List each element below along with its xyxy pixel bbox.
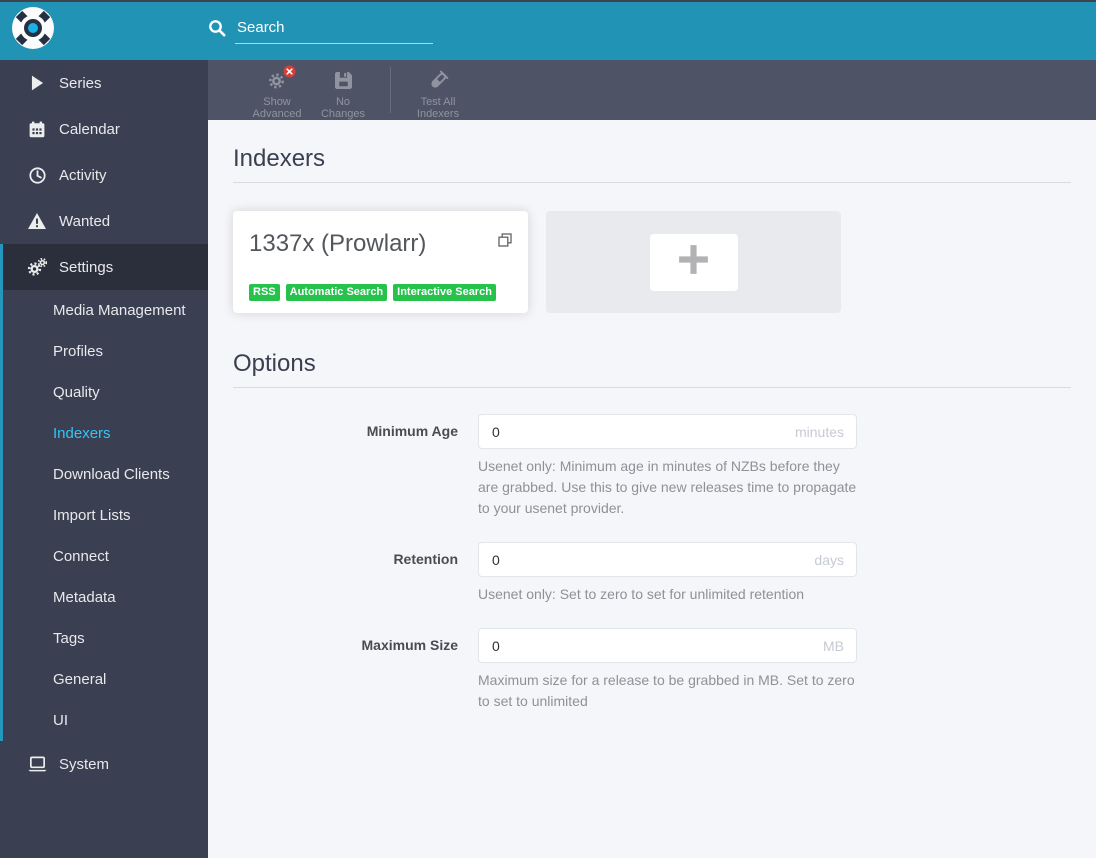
floppy-save-icon xyxy=(334,69,352,91)
settings-subnav: Media Management Profiles Quality Indexe… xyxy=(0,290,208,741)
sub-item-label: UI xyxy=(53,712,68,729)
sub-item-label: General xyxy=(53,671,107,688)
sub-item-label: Quality xyxy=(53,384,100,401)
sidebar-item-tags[interactable]: Tags xyxy=(3,618,208,659)
toolbar-button-label: No Changes xyxy=(320,96,366,120)
page-toolbar: Show Advanced No Changes Test All Indexe… xyxy=(208,60,1096,120)
sub-item-label: Media Management xyxy=(53,302,186,319)
sidebar-item-wanted[interactable]: Wanted xyxy=(0,198,208,244)
sidebar-item-indexers[interactable]: Indexers xyxy=(3,413,208,454)
sub-item-label: Download Clients xyxy=(53,466,170,483)
indexers-section-title: Indexers xyxy=(233,145,1071,183)
sidebar-item-quality[interactable]: Quality xyxy=(3,372,208,413)
search-icon xyxy=(208,19,235,42)
toolbar-separator xyxy=(390,67,391,113)
retention-label: Retention xyxy=(393,551,458,567)
retention-help-text: Usenet only: Set to zero to set for unli… xyxy=(478,586,805,602)
add-indexer-card[interactable] xyxy=(546,211,841,313)
maximum-size-help-text: Maximum size for a release to be grabbed… xyxy=(478,672,855,709)
minimum-age-label: Minimum Age xyxy=(366,423,458,439)
warning-triangle-icon xyxy=(27,213,47,229)
search-input[interactable] xyxy=(235,16,433,44)
sub-item-label: Tags xyxy=(53,630,85,647)
sidebar-nav: Series Calendar Activity Wanted Settings… xyxy=(0,60,208,858)
red-x-badge-icon xyxy=(283,65,295,78)
test-all-indexers-button[interactable]: Test All Indexers xyxy=(405,60,471,120)
sidebar-item-profiles[interactable]: Profiles xyxy=(3,331,208,372)
indexer-cards-row: 1337x (Prowlarr) RSS Automatic Search In… xyxy=(233,211,1071,313)
badge-interactive-search: Interactive Search xyxy=(393,284,496,301)
sidebar-item-connect[interactable]: Connect xyxy=(3,536,208,577)
settings-indexers-page: Indexers 1337x (Prowlarr) RSS Automatic … xyxy=(208,120,1096,858)
form-row-retention: Retention days Usenet only: Set to zero … xyxy=(233,542,1071,605)
sidebar-item-calendar[interactable]: Calendar xyxy=(0,106,208,152)
sub-item-label: Import Lists xyxy=(53,507,131,524)
retention-input[interactable] xyxy=(478,542,857,577)
sidebar-item-label: Activity xyxy=(59,166,107,184)
sidebar-item-general[interactable]: General xyxy=(3,659,208,700)
sub-item-label: Connect xyxy=(53,548,109,565)
vial-test-icon xyxy=(428,69,449,91)
sidebar-item-label: Wanted xyxy=(59,212,111,230)
sub-item-label: Profiles xyxy=(53,343,104,360)
minimum-age-input[interactable] xyxy=(478,414,857,449)
sidebar-item-download-clients[interactable]: Download Clients xyxy=(3,454,208,495)
sidebar-item-series[interactable]: Series xyxy=(0,60,208,106)
indexer-card-title: 1337x (Prowlarr) xyxy=(249,230,427,257)
maximum-size-input[interactable] xyxy=(478,628,857,663)
sub-item-label: Metadata xyxy=(53,589,116,606)
sidebar-item-ui[interactable]: UI xyxy=(3,700,208,741)
sidebar-item-media-management[interactable]: Media Management xyxy=(3,290,208,331)
maximum-size-label: Maximum Size xyxy=(361,637,458,653)
sidebar-item-label: Calendar xyxy=(59,120,120,138)
minimum-age-help-text: Usenet only: Minimum age in minutes of N… xyxy=(478,458,857,516)
options-section-title: Options xyxy=(233,350,1071,388)
plus-icon xyxy=(675,241,712,283)
options-form: Minimum Age minutes Usenet only: Minimum… xyxy=(233,414,1071,712)
clock-icon xyxy=(27,166,47,184)
sonarr-logo-icon xyxy=(11,6,55,55)
sidebar-item-label: Settings xyxy=(59,258,114,276)
sidebar-item-metadata[interactable]: Metadata xyxy=(3,577,208,618)
toolbar-button-label: Test All Indexers xyxy=(416,96,460,120)
gear-x-icon xyxy=(267,65,295,91)
show-advanced-button[interactable]: Show Advanced xyxy=(244,60,310,120)
sidebar-item-label: System xyxy=(59,755,110,773)
calendar-icon xyxy=(27,121,47,138)
sidebar-item-system[interactable]: System xyxy=(0,741,208,787)
no-changes-button[interactable]: No Changes xyxy=(310,60,376,120)
toolbar-button-label: Show Advanced xyxy=(252,96,302,120)
logo-area[interactable] xyxy=(0,0,208,60)
badge-rss: RSS xyxy=(249,284,280,301)
indexer-card-1337x[interactable]: 1337x (Prowlarr) RSS Automatic Search In… xyxy=(233,211,528,313)
badge-automatic-search: Automatic Search xyxy=(285,284,388,301)
sub-item-label: Indexers xyxy=(53,425,111,442)
sidebar-item-import-lists[interactable]: Import Lists xyxy=(3,495,208,536)
add-indexer-button[interactable] xyxy=(649,233,738,291)
form-row-minimum-age: Minimum Age minutes Usenet only: Minimum… xyxy=(233,414,1071,519)
indexer-capability-badges: RSS Automatic Search Interactive Search xyxy=(249,284,496,301)
sidebar-item-label: Series xyxy=(59,74,102,92)
search-area xyxy=(208,16,433,44)
top-header xyxy=(0,0,1096,60)
copy-icon[interactable] xyxy=(498,233,512,252)
sidebar-item-settings[interactable]: Settings xyxy=(0,244,208,290)
laptop-icon xyxy=(27,756,47,772)
play-icon xyxy=(27,75,47,91)
gears-icon xyxy=(27,257,47,277)
form-row-maximum-size: Maximum Size MB Maximum size for a relea… xyxy=(233,628,1071,712)
sidebar-item-activity[interactable]: Activity xyxy=(0,152,208,198)
